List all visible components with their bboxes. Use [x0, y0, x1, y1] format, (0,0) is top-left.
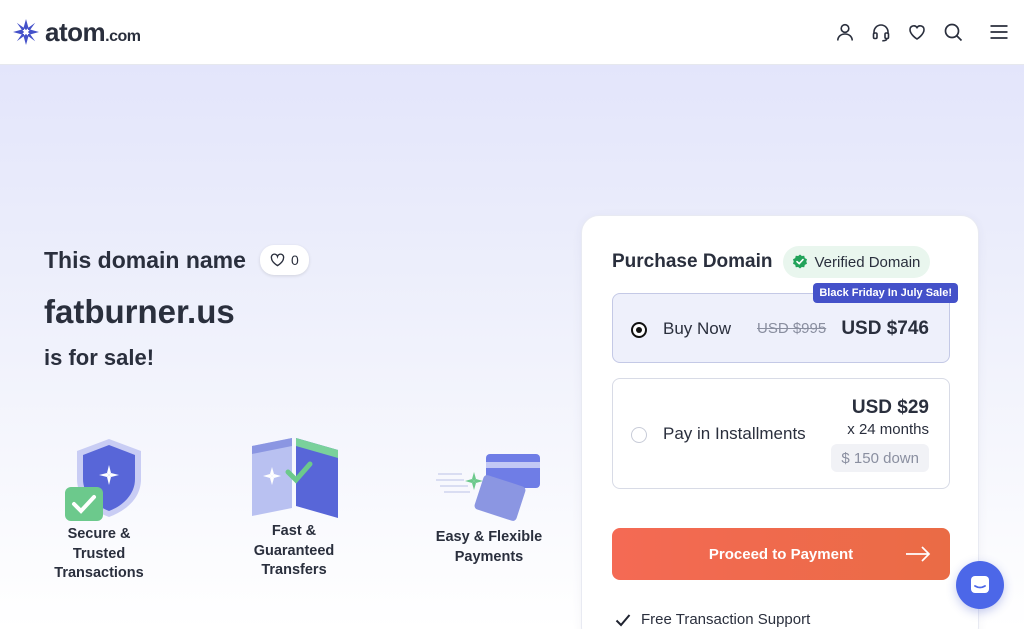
verified-badge: Verified Domain	[782, 246, 931, 278]
feature-transfers-line3: Transfers	[261, 562, 327, 578]
support-label: Free Transaction Support	[641, 611, 811, 628]
domain-heading: This domain name 0 fatburner.us is for s…	[44, 245, 309, 371]
cards-icon	[436, 454, 540, 521]
feature-payments-line1: Easy & Flexible	[435, 529, 543, 545]
proceed-to-payment-button[interactable]: Proceed to Payment	[612, 528, 950, 580]
feature-transfers: Fast & Guaranteed Transfers	[239, 434, 349, 581]
transfer-windows-icon	[252, 438, 338, 518]
chat-launcher-button[interactable]	[956, 561, 1004, 609]
buy-now-label: Buy Now	[663, 319, 732, 338]
feature-secure: Secure & Trusted Transactions	[44, 435, 154, 584]
feature-secure-line1: Secure &	[67, 526, 131, 542]
menu-icon[interactable]	[988, 21, 1010, 43]
verified-check-icon	[792, 254, 807, 269]
feature-secure-line3: Transactions	[54, 565, 144, 581]
like-count: 0	[290, 252, 299, 268]
feature-transfers-line1: Fast &	[271, 523, 317, 539]
installments-label: Pay in Installments	[663, 424, 806, 443]
support-feature: Free Transaction Support	[615, 611, 810, 628]
domain-intro-text: This domain name	[44, 246, 246, 273]
domain-name: fatburner.us	[44, 293, 235, 330]
heart-outline-icon	[270, 253, 285, 267]
logo-main: atom	[45, 16, 106, 47]
user-icon[interactable]	[834, 21, 856, 43]
atom-logo[interactable]: atom.com	[11, 16, 141, 48]
old-price: USD $995	[757, 320, 827, 337]
checkmark-icon	[615, 613, 631, 626]
site-header: atom.com	[0, 0, 1024, 65]
chat-icon	[971, 576, 989, 593]
proceed-label: Proceed to Payment	[708, 545, 854, 563]
promo-badge: Black Friday In July Sale!	[813, 283, 958, 303]
atom-star-icon	[13, 19, 39, 45]
for-sale-text: is for sale!	[44, 345, 155, 370]
feature-payments-line2: Payments	[454, 548, 524, 565]
buy-now-option[interactable]: Black Friday In July Sale! Buy Now USD $…	[612, 283, 958, 363]
installment-months: x 24 months	[847, 421, 929, 438]
arrow-right-icon	[906, 546, 931, 562]
buy-now-price: USD $746	[841, 318, 929, 339]
feature-secure-line2: Trusted	[72, 545, 126, 562]
search-icon[interactable]	[942, 21, 964, 43]
like-button[interactable]: 0	[259, 245, 309, 275]
feature-payments: Easy & Flexible Payments	[434, 452, 544, 567]
purchase-title: Purchase Domain	[612, 251, 773, 272]
purchase-card: Purchase Domain Verified Domain Black Fr…	[581, 215, 979, 629]
purchase-card-header: Purchase Domain Verified Domain	[612, 246, 931, 278]
headset-icon[interactable]	[870, 21, 892, 43]
installment-price: USD $29	[851, 397, 929, 418]
header-actions	[834, 21, 1010, 43]
buy-now-radio[interactable]	[631, 322, 647, 338]
logo-text: atom.com	[45, 16, 141, 48]
down-payment: $ 150 down	[831, 444, 929, 472]
shield-check-icon	[65, 439, 141, 521]
feature-transfers-line2: Guaranteed	[253, 542, 335, 559]
verified-label: Verified Domain	[814, 253, 921, 271]
features-row: Secure & Trusted Transactions Fast & Gua…	[44, 430, 564, 600]
logo-suffix: .com	[105, 27, 141, 45]
installments-option[interactable]: Pay in Installments USD $29 x 24 months …	[612, 378, 950, 489]
installments-radio[interactable]	[631, 427, 647, 443]
heart-icon[interactable]	[906, 21, 928, 43]
